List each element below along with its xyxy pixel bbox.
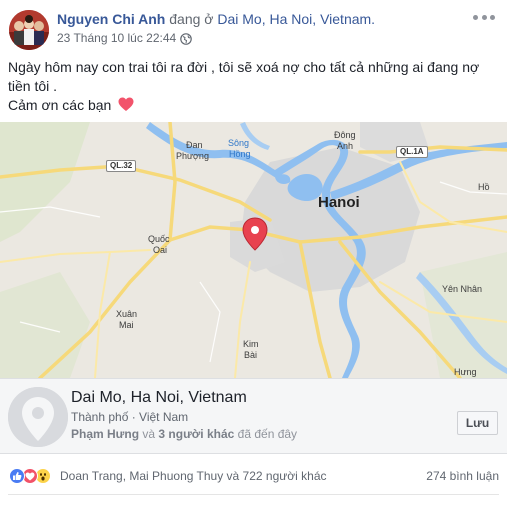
place-pin-icon bbox=[8, 387, 68, 447]
checkin-place-link[interactable]: Dai Mo, Ha Noi, Vietnam. bbox=[217, 11, 375, 27]
map-label-song: Sông bbox=[228, 138, 250, 148]
reaction-icons[interactable] bbox=[9, 468, 51, 484]
place-subtitle: Thành phố · Việt Nam bbox=[71, 410, 189, 424]
map-label-dan: Đan bbox=[186, 140, 203, 150]
map-label-phuong: Phượng bbox=[176, 151, 209, 161]
location-map[interactable]: Hanoi Sông Hồng Đan Phượng Đông Anh Quốc… bbox=[0, 122, 507, 378]
reactors-summary[interactable]: Doan Trang, Mai Phuong Thuy và 722 người… bbox=[60, 468, 327, 484]
road-shield-ql32: QL.32 bbox=[106, 160, 137, 172]
map-label-dong: Đông bbox=[334, 130, 356, 140]
like-reaction-icon bbox=[9, 468, 25, 484]
comments-count[interactable]: 274 bình luận bbox=[426, 468, 499, 484]
globe-icon[interactable] bbox=[180, 32, 193, 45]
map-label-yen-nhan: Yên Nhân bbox=[442, 284, 483, 294]
map-label-hung: Hưng bbox=[454, 367, 477, 377]
message-line-1: Ngày hôm nay con trai tôi ra đời , tôi s… bbox=[8, 59, 480, 94]
post-card: Nguyen Chi Anh đang ở Dai Mo, Ha Noi, Vi… bbox=[0, 0, 507, 508]
message-line-2: Cảm ơn các bạn bbox=[8, 97, 112, 113]
road-shield-ql1a: QL.1A bbox=[396, 146, 428, 158]
post-timestamp[interactable]: 23 Tháng 10 lúc 22:44 bbox=[57, 31, 176, 46]
footer-divider bbox=[8, 494, 499, 495]
visitor-name-link[interactable]: Phạm Hưng bbox=[71, 427, 139, 441]
visitor-suffix: đã đến đây bbox=[237, 427, 298, 441]
map-label-ho: Hồ bbox=[478, 182, 490, 192]
save-place-button[interactable]: Lưu bbox=[457, 411, 498, 435]
author-avatar[interactable] bbox=[9, 10, 49, 50]
post-header: Nguyen Chi Anh đang ở Dai Mo, Ha Noi, Vi… bbox=[57, 11, 375, 28]
engagement-bar: Doan Trang, Mai Phuong Thuy và 722 người… bbox=[0, 455, 507, 495]
place-visitors: Phạm Hưng và 3 người khác đã đến đây bbox=[71, 427, 297, 442]
map-label-hanoi: Hanoi bbox=[318, 194, 360, 211]
place-title[interactable]: Dai Mo, Ha Noi, Vietnam bbox=[71, 388, 247, 407]
map-label-oai: Oai bbox=[153, 245, 168, 255]
map-label-kim: Kim bbox=[243, 339, 259, 349]
visitor-others-link[interactable]: 3 người khác bbox=[158, 427, 234, 441]
checkin-connector: đang ở bbox=[169, 11, 214, 27]
map-label-quoc: Quốc bbox=[148, 234, 170, 244]
map-label-anh: Anh bbox=[337, 141, 354, 151]
heart-emoji-icon bbox=[118, 97, 134, 117]
map-label-hong: Hồng bbox=[229, 149, 251, 159]
map-label-xuan: Xuân bbox=[116, 309, 138, 319]
map-pin-icon[interactable] bbox=[243, 218, 267, 250]
visitor-connector: và bbox=[142, 427, 156, 441]
place-card[interactable]: Dai Mo, Ha Noi, Vietnam Thành phố · Việt… bbox=[0, 378, 507, 454]
post-meta: 23 Tháng 10 lúc 22:44 bbox=[57, 31, 193, 46]
author-name[interactable]: Nguyen Chi Anh bbox=[57, 11, 165, 27]
more-options-icon[interactable] bbox=[473, 10, 495, 24]
map-label-bai: Bài bbox=[244, 350, 258, 360]
post-message: Ngày hôm nay con trai tôi ra đời , tôi s… bbox=[8, 58, 498, 117]
map-label-mai: Mai bbox=[119, 320, 134, 330]
